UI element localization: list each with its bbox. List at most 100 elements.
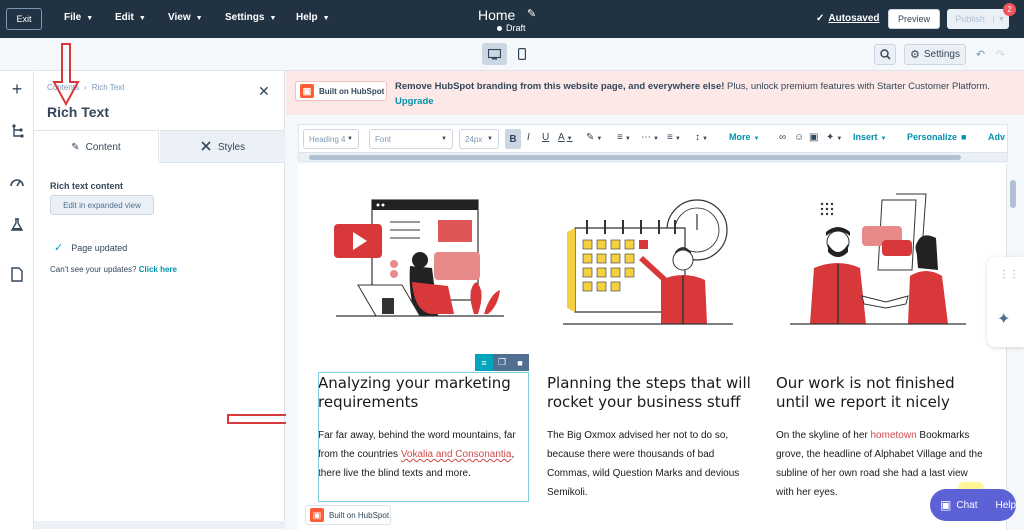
- menu-settings-label: Settings: [225, 12, 265, 23]
- advanced-menu[interactable]: Adv: [988, 132, 1005, 142]
- gauge-icon[interactable]: [8, 173, 26, 191]
- search-icon[interactable]: [874, 44, 896, 65]
- settings-button[interactable]: ⚙ Settings: [904, 44, 966, 65]
- heading-select[interactable]: Heading 4 ▼: [303, 129, 359, 149]
- hubspot-logo-icon: ▣: [300, 84, 314, 98]
- hometown-link[interactable]: hometown: [871, 430, 917, 441]
- chevron-right-icon: ›: [84, 83, 87, 92]
- column-2-text[interactable]: The Big Oxmox advised her not to do so, …: [547, 426, 759, 502]
- column-3-heading[interactable]: Our work is not finished until we report…: [776, 374, 988, 412]
- lock-icon: ■: [961, 132, 967, 142]
- exit-button[interactable]: Exit: [6, 8, 42, 30]
- autosaved-label: Autosaved: [828, 13, 880, 24]
- cant-see-text: Can't see your updates? Click here: [50, 265, 177, 274]
- chevron-down-icon: ▼: [624, 136, 631, 142]
- menu-file-label: File: [64, 12, 82, 23]
- help-label[interactable]: Help: [995, 500, 1016, 511]
- pencil-icon: ✎: [71, 141, 80, 153]
- preview-button[interactable]: Preview: [888, 9, 940, 29]
- italic-button[interactable]: I: [527, 132, 530, 143]
- numbered-list-icon[interactable]: ≡ ▼: [667, 132, 681, 143]
- selected-module-outline: [318, 372, 529, 502]
- tree-icon[interactable]: [8, 122, 26, 140]
- toolbar-scrollbar[interactable]: [298, 152, 1008, 162]
- chevron-down-icon: ▼: [195, 15, 203, 22]
- plus-icon[interactable]: +: [8, 79, 26, 99]
- menu-file[interactable]: File ▼: [64, 12, 93, 23]
- expand-view-button[interactable]: Edit in expanded view: [50, 195, 154, 215]
- left-rail: +: [0, 71, 34, 530]
- check-icon: ✓: [816, 13, 825, 24]
- editor-toolbar: ⚙ Settings ↶ ↷: [0, 38, 1024, 71]
- chevron-down-icon: ▼: [487, 136, 493, 142]
- menu-edit[interactable]: Edit ▼: [115, 12, 146, 23]
- more-menu[interactable]: More ▼: [729, 132, 759, 142]
- grid-icon[interactable]: ⋮⋮: [999, 269, 1019, 280]
- breadcrumb-rich-text: Rich Text: [91, 83, 125, 92]
- mobile-icon[interactable]: [509, 43, 534, 65]
- personalize-menu[interactable]: Personalize ■: [907, 132, 966, 142]
- flask-icon[interactable]: [8, 216, 26, 234]
- chat-help-button[interactable]: ▣ Chat Help: [930, 489, 1016, 521]
- text-color-button[interactable]: A ▼: [558, 132, 573, 143]
- tab-styles[interactable]: Styles: [160, 130, 285, 163]
- page-updated-status: ✓ Page updated: [54, 241, 127, 254]
- text-color-label: A: [558, 132, 565, 143]
- highlight-icon[interactable]: ✎ ▼: [586, 132, 602, 143]
- insert-label: Insert: [853, 132, 878, 142]
- vertical-scrollbar[interactable]: [1006, 164, 1018, 530]
- undo-icon[interactable]: ↶: [971, 44, 990, 65]
- hubspot-logo-icon: ▣: [310, 508, 324, 522]
- handshake-illustration: [790, 193, 966, 325]
- ai-sparkle-icon[interactable]: ✦ ▼: [826, 132, 842, 143]
- line-height-icon[interactable]: ↕ ▼: [695, 132, 708, 143]
- page-title[interactable]: Home: [478, 7, 515, 23]
- chevron-down-icon[interactable]: ▼: [993, 15, 1009, 23]
- chevron-down-icon: ▼: [322, 15, 330, 22]
- document-icon[interactable]: [8, 265, 26, 283]
- autosaved-link[interactable]: ✓ Autosaved: [816, 13, 880, 24]
- ai-sparkle-icon[interactable]: ✦: [997, 309, 1010, 329]
- column-2-heading[interactable]: Planning the steps that will rocket your…: [547, 374, 759, 412]
- edit-module-icon[interactable]: ≡: [475, 354, 493, 371]
- pencil-icon[interactable]: ✎: [527, 7, 536, 20]
- underline-button[interactable]: U: [542, 132, 549, 143]
- laptop-video-illustration: [334, 199, 504, 317]
- menu-help[interactable]: Help ▼: [296, 12, 330, 23]
- menu-view[interactable]: View ▼: [168, 12, 203, 23]
- calendar-planning-illustration: [563, 199, 733, 325]
- image-icon[interactable]: ▣: [809, 132, 818, 143]
- personalize-label: Personalize: [907, 132, 958, 142]
- desktop-icon[interactable]: [482, 43, 507, 65]
- bold-button[interactable]: B: [505, 129, 521, 149]
- close-icon[interactable]: ✕: [258, 83, 270, 100]
- insert-menu[interactable]: Insert ▼: [853, 132, 886, 142]
- chevron-down-icon: ▼: [138, 15, 146, 22]
- sidebar-panel: Contents › Rich Text ✕ Rich Text ✎ Content …: [34, 71, 285, 530]
- page-updated-label: Page updated: [71, 243, 128, 253]
- tab-content[interactable]: ✎ Content: [34, 130, 159, 163]
- size-select[interactable]: 24px ▼: [459, 129, 499, 149]
- align-icon[interactable]: ≡ ▼: [617, 132, 631, 143]
- chevron-down-icon: ▼: [702, 136, 708, 142]
- built-on-hubspot-badge[interactable]: ▣ Built on HubSpot: [305, 505, 391, 525]
- menu-settings[interactable]: Settings ▼: [225, 12, 276, 23]
- bullet-list-icon[interactable]: ⋯ ▼: [641, 132, 659, 143]
- chat-label[interactable]: Chat: [956, 500, 977, 511]
- horizontal-scrollbar[interactable]: [34, 521, 285, 529]
- scrollbar-thumb[interactable]: [1010, 180, 1016, 208]
- publish-button[interactable]: Publish ▼: [947, 9, 1009, 29]
- page-preview: Analyzing your marketing requirements Fa…: [298, 164, 1006, 530]
- upgrade-link[interactable]: Upgrade: [395, 96, 434, 107]
- notification-badge[interactable]: 2: [1003, 3, 1016, 16]
- font-select[interactable]: Font ▼: [369, 129, 453, 149]
- built-on-hubspot-badge[interactable]: ▣ Built on HubSpot: [295, 81, 387, 101]
- redo-icon[interactable]: ↷: [991, 44, 1010, 65]
- scrollbar-thumb[interactable]: [309, 155, 961, 160]
- rich-text-toolbar: Heading 4 ▼ Font ▼ 24px ▼ B I U A ▼ ✎ ▼ ≡ ▼ ⋯ ▼…: [298, 124, 1008, 152]
- trash-icon[interactable]: ■: [511, 354, 529, 371]
- clone-icon[interactable]: ❐: [493, 354, 511, 371]
- emoji-icon[interactable]: ☺: [794, 132, 804, 143]
- click-here-link[interactable]: Click here: [139, 265, 177, 274]
- link-icon[interactable]: ∞: [779, 132, 786, 143]
